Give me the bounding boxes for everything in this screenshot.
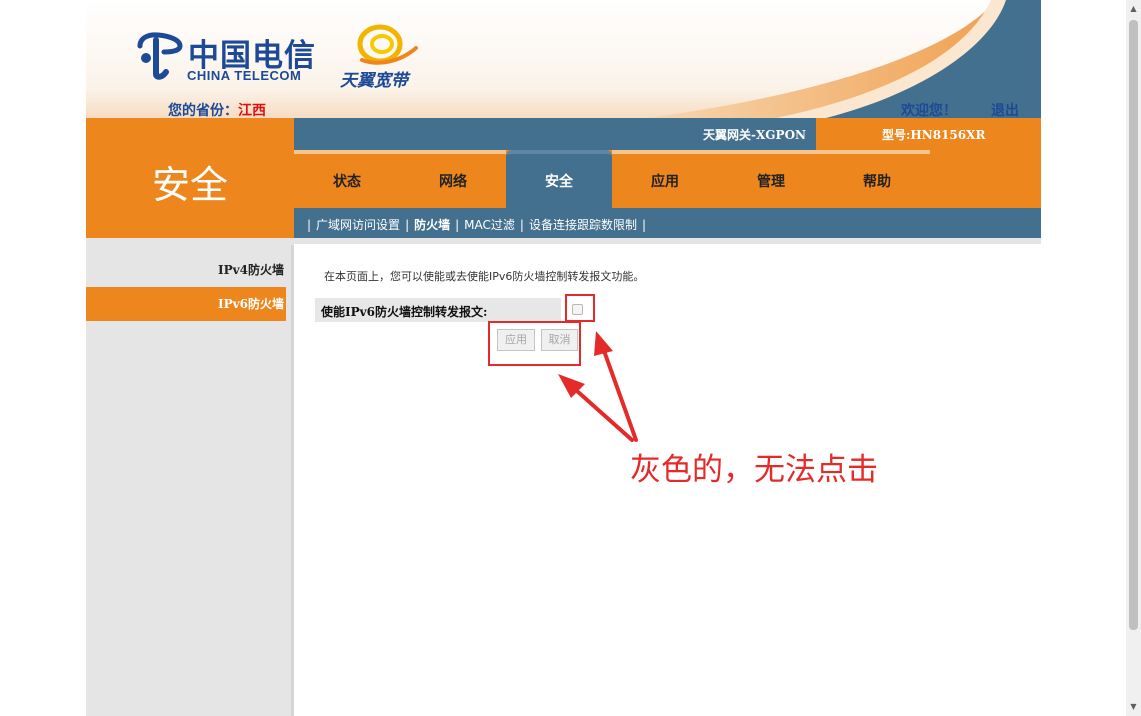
scroll-down-icon[interactable]: ▼ <box>1126 700 1141 714</box>
vertical-scrollbar[interactable]: ▲ ▼ <box>1126 0 1141 716</box>
scrollbar-thumb[interactable] <box>1129 20 1138 630</box>
scroll-up-icon[interactable]: ▲ <box>1126 2 1141 16</box>
arrow-to-buttons <box>575 389 634 442</box>
annotation-arrows <box>558 331 638 442</box>
annotation-text: 灰色的，无法点击 <box>630 452 878 488</box>
arrow-head-checkbox <box>594 331 613 356</box>
